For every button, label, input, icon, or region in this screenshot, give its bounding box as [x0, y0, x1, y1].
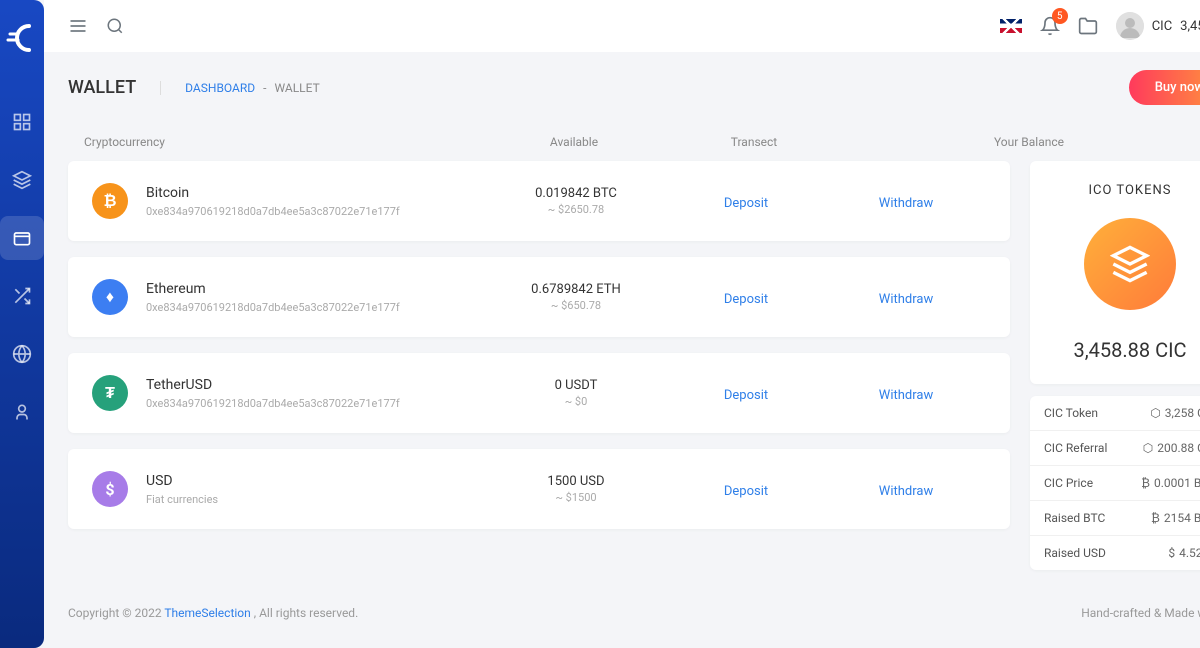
side-panel: ICO TOKENS 3,458.88 CIC CIC Token ⬡ 3,25… [1030, 161, 1200, 570]
nav-dashboard[interactable] [0, 100, 44, 144]
crypto-address: 0xe834a970619218d0a7db4ee5a3c87022e71e17… [146, 205, 486, 218]
user-balance[interactable]: CIC 3,458.88 [1116, 12, 1200, 40]
footer-crafted: Hand-crafted & Made with [1081, 606, 1200, 620]
crypto-usd: ~ $1500 [486, 491, 666, 504]
stat-value: 0.0001 BTC [1154, 476, 1200, 490]
footer-copyright: Copyright © 2022 [68, 606, 164, 620]
col-balance: Your Balance [844, 135, 1200, 149]
stat-icon: ₿ [1141, 476, 1150, 490]
notification-bell[interactable]: 5 [1040, 16, 1060, 36]
nav-user[interactable] [0, 390, 44, 434]
crypto-usd: ~ $2650.78 [486, 203, 666, 216]
notif-badge: 5 [1052, 8, 1068, 24]
stat-row: Raised USD $ 4.52 M [1030, 536, 1200, 570]
crypto-name: TetherUSD [146, 377, 486, 393]
crypto-address: Fiat currencies [146, 493, 486, 506]
stat-value: 200.88 CIC [1157, 441, 1200, 455]
footer: Copyright © 2022 ThemeSelection , All ri… [44, 590, 1200, 636]
crypto-amount: 1500 USD [486, 474, 666, 489]
crypto-usd: ~ $650.78 [486, 299, 666, 312]
crypto-amount: 0 USDT [486, 378, 666, 393]
logo[interactable] [4, 20, 40, 60]
stat-label: CIC Price [1044, 476, 1093, 490]
crypto-name: Ethereum [146, 281, 486, 297]
nav-globe[interactable] [0, 332, 44, 376]
nav-layers[interactable] [0, 158, 44, 202]
crypto-address: 0xe834a970619218d0a7db4ee5a3c87022e71e17… [146, 301, 486, 314]
ico-card: ICO TOKENS 3,458.88 CIC [1030, 161, 1200, 384]
footer-brand[interactable]: ThemeSelection [164, 606, 250, 620]
crypto-amount: 0.6789842 ETH [486, 282, 666, 297]
breadcrumb-current: WALLET [274, 81, 319, 95]
ico-title: ICO TOKENS [1046, 183, 1200, 198]
usdt-icon: ₮ [92, 375, 128, 411]
stat-row: CIC Referral ⬡ 200.88 CIC [1030, 431, 1200, 466]
crypto-row: ♦ Ethereum 0xe834a970619218d0a7db4ee5a3c… [68, 257, 1010, 337]
crypto-amount: 0.019842 BTC [486, 186, 666, 201]
content-area: ₿ Bitcoin 0xe834a970619218d0a7db4ee5a3c8… [44, 161, 1200, 590]
balance-label: CIC [1152, 19, 1172, 34]
deposit-link[interactable]: Deposit [724, 484, 768, 499]
sidebar [0, 0, 44, 648]
stat-value: 2154 BTC [1164, 511, 1200, 525]
crypto-name: Bitcoin [146, 185, 486, 201]
avatar [1116, 12, 1144, 40]
crypto-address: 0xe834a970619218d0a7db4ee5a3c87022e71e17… [146, 397, 486, 410]
withdraw-link[interactable]: Withdraw [879, 484, 933, 499]
search-icon[interactable] [106, 17, 124, 35]
page-title: WALLET [68, 77, 136, 98]
top-header: 5 CIC 3,458.88 [44, 0, 1200, 52]
stats-list: CIC Token ⬡ 3,258 CIC CIC Referral ⬡ 200… [1030, 396, 1200, 570]
col-transact: Transect [664, 135, 844, 149]
stat-row: Raised BTC ₿ 2154 BTC [1030, 501, 1200, 536]
deposit-link[interactable]: Deposit [724, 196, 768, 211]
stat-value: 3,258 CIC [1165, 406, 1200, 420]
main-content: 5 CIC 3,458.88 WALLET DASHBOARD - WALLET… [44, 0, 1200, 648]
table-header: Cryptocurrency Available Transect Your B… [44, 123, 1200, 161]
stat-row: CIC Token ⬡ 3,258 CIC [1030, 396, 1200, 431]
folder-icon[interactable] [1078, 16, 1098, 36]
withdraw-link[interactable]: Withdraw [879, 196, 933, 211]
eth-icon: ♦ [92, 279, 128, 315]
ico-circle-icon [1084, 218, 1176, 310]
nav-shuffle[interactable] [0, 274, 44, 318]
nav-wallet[interactable] [0, 216, 44, 260]
language-flag-uk[interactable] [1000, 19, 1022, 33]
breadcrumb: DASHBOARD - WALLET [160, 81, 320, 95]
stat-icon: ₿ [1151, 511, 1160, 525]
crypto-name: USD [146, 473, 486, 489]
breadcrumb-dashboard[interactable]: DASHBOARD [185, 81, 255, 95]
buy-now-button[interactable]: Buy now [1129, 70, 1200, 105]
stat-icon: $ [1168, 546, 1175, 560]
col-available: Available [484, 135, 664, 149]
stat-row: CIC Price ₿ 0.0001 BTC [1030, 466, 1200, 501]
deposit-link[interactable]: Deposit [724, 388, 768, 403]
usd-icon: $ [92, 471, 128, 507]
menu-icon[interactable] [68, 16, 88, 36]
stat-label: Raised BTC [1044, 511, 1105, 525]
withdraw-link[interactable]: Withdraw [879, 292, 933, 307]
withdraw-link[interactable]: Withdraw [879, 388, 933, 403]
crypto-row: ₮ TetherUSD 0xe834a970619218d0a7db4ee5a3… [68, 353, 1010, 433]
btc-icon: ₿ [92, 183, 128, 219]
stat-label: CIC Token [1044, 406, 1098, 420]
stat-label: Raised USD [1044, 546, 1106, 560]
deposit-link[interactable]: Deposit [724, 292, 768, 307]
crypto-usd: ~ $0 [486, 395, 666, 408]
stat-value: 4.52 M [1179, 546, 1200, 560]
ico-balance: 3,458.88 CIC [1046, 338, 1200, 362]
stat-icon: ⬡ [1143, 441, 1153, 455]
col-crypto: Cryptocurrency [84, 135, 484, 149]
breadcrumb-sep: - [263, 81, 266, 95]
stat-label: CIC Referral [1044, 441, 1107, 455]
balance-value: 3,458.88 [1180, 19, 1200, 34]
crypto-row: ₿ Bitcoin 0xe834a970619218d0a7db4ee5a3c8… [68, 161, 1010, 241]
footer-rights: , All rights reserved. [254, 606, 358, 620]
crypto-list: ₿ Bitcoin 0xe834a970619218d0a7db4ee5a3c8… [68, 161, 1010, 570]
crypto-row: $ USD Fiat currencies 1500 USD ~ $1500 D… [68, 449, 1010, 529]
page-header: WALLET DASHBOARD - WALLET Buy now [44, 52, 1200, 123]
stat-icon: ⬡ [1150, 406, 1160, 420]
